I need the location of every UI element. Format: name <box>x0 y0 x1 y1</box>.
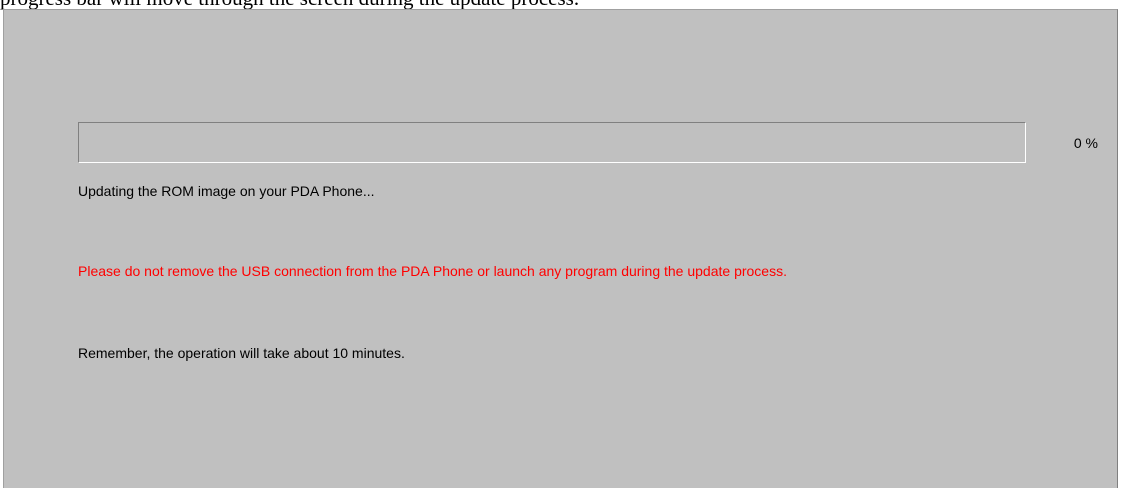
update-progress-panel: 0 % Updating the ROM image on your PDA P… <box>3 9 1118 488</box>
status-message: Updating the ROM image on your PDA Phone… <box>78 183 375 199</box>
progress-percent-label: 0 % <box>1073 135 1098 151</box>
progress-bar <box>78 122 1026 163</box>
usb-warning-message: Please do not remove the USB connection … <box>78 263 787 279</box>
duration-reminder: Remember, the operation will take about … <box>78 345 405 361</box>
